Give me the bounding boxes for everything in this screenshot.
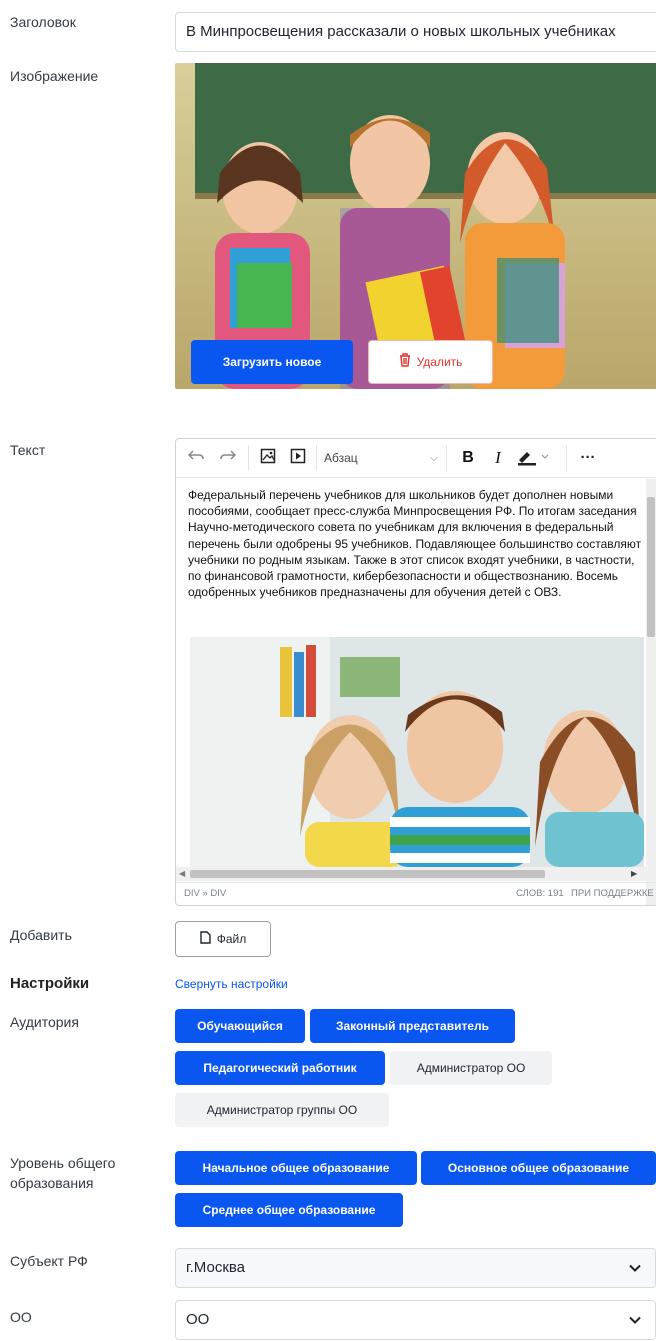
title-input[interactable]: В Минпросвещения рассказали о новых школ… — [175, 12, 656, 52]
add-label: Добавить — [10, 927, 72, 943]
audience-label: Аудитория — [10, 1014, 79, 1030]
chevron-down-icon — [629, 1301, 641, 1339]
region-label: Субъект РФ — [10, 1253, 88, 1269]
editor-content[interactable]: Федеральный перечень учебников для школь… — [188, 487, 644, 600]
education-level-label: Уровень общего образования — [10, 1155, 116, 1191]
chevron-down-icon: ⌵ — [429, 452, 438, 464]
scrollbar-thumb[interactable] — [190, 870, 545, 878]
file-icon — [200, 923, 211, 957]
text-label: Текст — [10, 442, 46, 458]
highlight-color-icon[interactable] — [516, 448, 556, 468]
editor-inline-image — [190, 637, 644, 867]
editor-vertical-scrollbar[interactable] — [646, 479, 656, 905]
media-icon[interactable] — [288, 448, 308, 468]
education-option-primary[interactable]: Начальное общее образование — [175, 1151, 417, 1185]
rich-text-editor[interactable]: Абзац ⌵ B I ··· Федеральный перечень уче… — [175, 438, 656, 906]
toolbar-separator — [248, 445, 249, 471]
delete-image-button[interactable]: Удалить — [368, 340, 493, 384]
title-label: Заголовок — [10, 14, 76, 30]
italic-button[interactable]: I — [488, 448, 508, 468]
education-option-secondary[interactable]: Среднее общее образование — [175, 1193, 403, 1227]
element-path[interactable]: DIV » DIV — [184, 883, 226, 905]
scroll-left-icon[interactable]: ◀ — [179, 867, 185, 881]
audience-option-student[interactable]: Обучающийся — [175, 1009, 305, 1043]
collapse-settings-link[interactable]: Свернуть настройки — [175, 975, 288, 993]
chevron-down-icon — [629, 1249, 641, 1287]
more-button[interactable]: ··· — [576, 448, 600, 468]
region-value: г.Москва — [186, 1259, 246, 1276]
upload-new-button[interactable]: Загрузить новое — [191, 340, 353, 384]
settings-heading: Настройки — [10, 975, 90, 992]
powered-by[interactable]: ПРИ ПОДДЕРЖКЕ TINY — [571, 883, 656, 905]
scroll-right-icon[interactable]: ▶ — [631, 867, 637, 881]
org-value: ОО — [186, 1311, 210, 1328]
editor-horizontal-scrollbar[interactable]: ◀ ▶ — [176, 867, 646, 881]
block-format-label: Абзац — [324, 451, 358, 465]
audience-option-admin[interactable]: Администратор ОО — [390, 1051, 552, 1085]
toolbar-separator — [316, 445, 317, 471]
undo-icon[interactable] — [186, 448, 206, 468]
image-icon[interactable] — [258, 448, 278, 468]
redo-icon[interactable] — [218, 448, 238, 468]
org-label: ОО — [10, 1309, 32, 1325]
word-count: СЛОВ: 191 — [516, 888, 564, 899]
image-label: Изображение — [10, 68, 99, 84]
block-format-select[interactable]: Абзац ⌵ — [324, 448, 442, 468]
region-select[interactable]: г.Москва — [175, 1248, 656, 1288]
education-option-basic[interactable]: Основное общее образование — [421, 1151, 656, 1185]
editor-toolbar: Абзац ⌵ B I ··· — [176, 439, 656, 478]
file-label: Файл — [216, 932, 247, 946]
bold-button[interactable]: B — [458, 448, 478, 468]
toolbar-separator — [446, 445, 447, 471]
trash-icon — [399, 342, 411, 384]
classroom-photo — [190, 637, 644, 867]
delete-label: Удалить — [416, 355, 463, 369]
scrollbar-thumb[interactable] — [647, 497, 655, 637]
audience-option-teacher[interactable]: Педагогический работник — [175, 1051, 385, 1085]
toolbar-separator — [566, 445, 567, 471]
add-file-button[interactable]: Файл — [175, 921, 271, 957]
org-select[interactable]: ОО — [175, 1300, 656, 1340]
audience-option-group-admin[interactable]: Администратор группы ОО — [175, 1093, 389, 1127]
audience-option-legal-representative[interactable]: Законный представитель — [310, 1009, 515, 1043]
editor-statusbar: DIV » DIV СЛОВ: 191 ПРИ ПОДДЕРЖКЕ TINY — [176, 882, 656, 905]
cover-image: Загрузить новое Удалить — [175, 63, 656, 389]
